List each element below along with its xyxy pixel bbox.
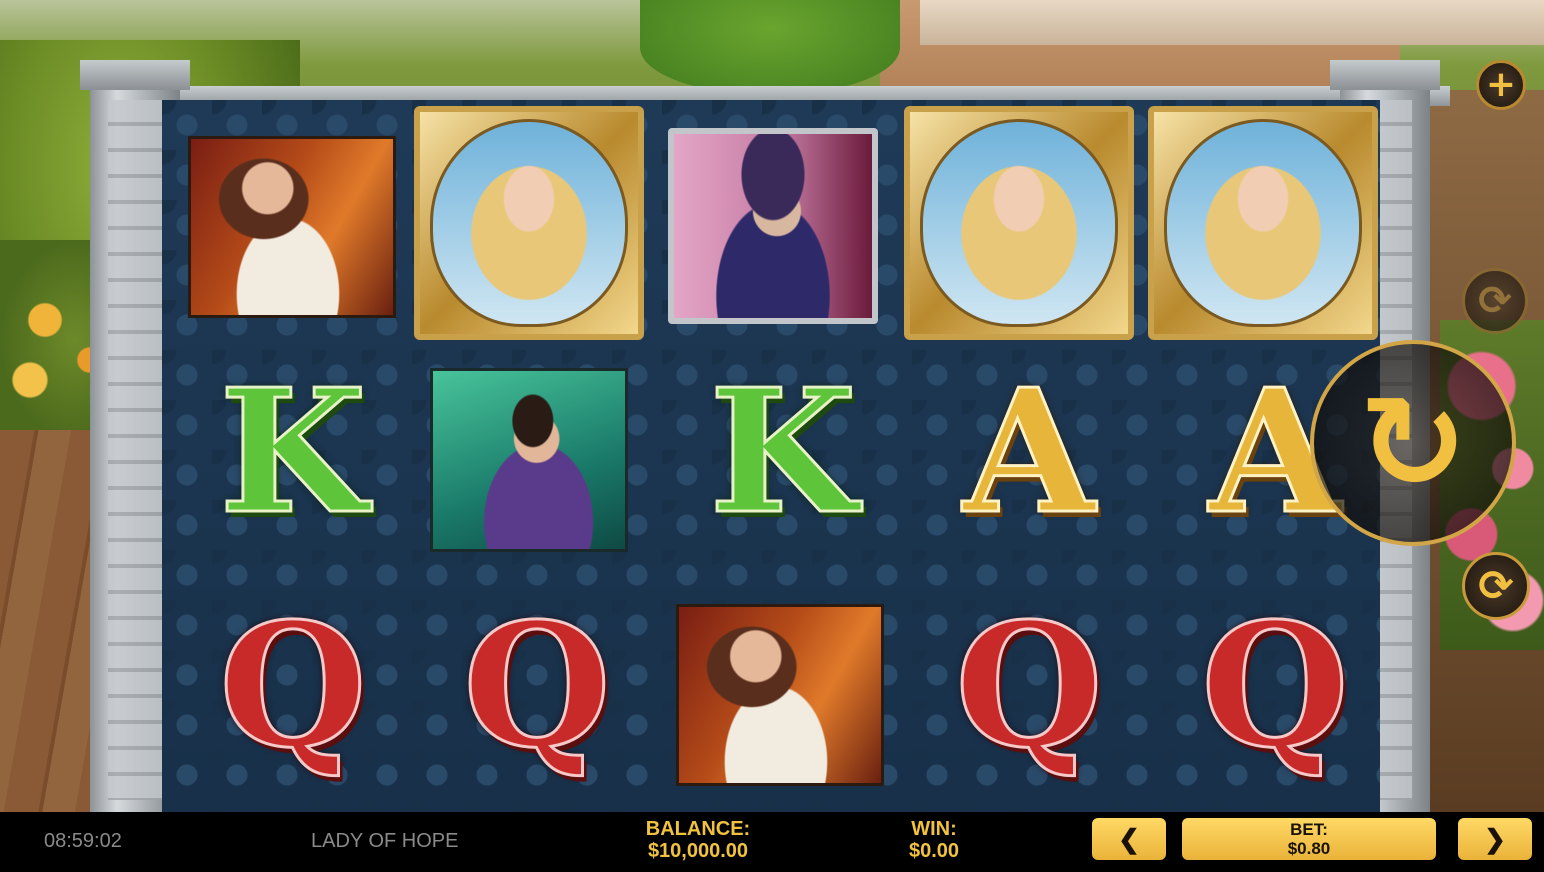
win-display: WIN: $0.00 — [884, 818, 984, 862]
menu-plus-button[interactable]: + — [1476, 60, 1526, 110]
balance-value: $10,000.00 — [647, 840, 749, 862]
spin-button[interactable]: ↻ — [1310, 340, 1516, 546]
symbol-lady-gold-r1c5 — [1148, 106, 1378, 340]
bet-label: BET: — [1290, 820, 1328, 839]
game-title: LADY OF HOPE — [311, 830, 459, 852]
autoplay-button[interactable]: ⟳ — [1462, 268, 1528, 334]
symbol-q-r3c5: Q — [1199, 586, 1350, 786]
spin-arrow-icon: ↻ — [1358, 367, 1468, 519]
quick-spin-button[interactable]: ⟳ — [1462, 552, 1530, 620]
bottom-status-bar: 08:59:02 LADY OF HOPE BALANCE: $10,000.0… — [0, 812, 1544, 872]
chevron-left-icon: ❮ — [1118, 823, 1140, 854]
win-label: WIN: — [911, 818, 957, 840]
bet-button[interactable]: BET: $0.80 — [1182, 818, 1436, 860]
tree-bush — [640, 0, 900, 95]
symbol-lady-red-r1c1 — [188, 136, 396, 318]
clock: 08:59:02 — [44, 830, 122, 852]
reel-grid: K K A A Q Q Q Q — [162, 100, 1380, 812]
symbol-lord-r1c3 — [668, 128, 878, 324]
balance-display: BALANCE: $10,000.00 — [610, 818, 786, 862]
balance-label: BALANCE: — [645, 818, 751, 840]
symbol-young-man-r2c2 — [430, 368, 628, 552]
symbol-lady-red-r3c3 — [676, 604, 884, 786]
symbol-a-r2c4: A — [962, 352, 1097, 552]
win-value: $0.00 — [908, 840, 960, 862]
bet-value: $0.80 — [1287, 839, 1331, 858]
symbol-lady-gold-r1c4 — [904, 106, 1134, 340]
symbol-k-r2c3: K — [708, 352, 859, 552]
plus-icon: + — [1485, 64, 1517, 105]
symbol-q-r3c1: Q — [217, 586, 368, 786]
symbol-k-r2c1: K — [218, 352, 369, 552]
refresh-icon: ⟳ — [1478, 561, 1514, 610]
symbol-lady-gold-r1c2 — [414, 106, 644, 340]
symbol-q-r3c4: Q — [953, 586, 1104, 786]
bet-increase-button[interactable]: ❯ — [1458, 818, 1532, 860]
symbol-q-r3c2: Q — [461, 586, 612, 786]
chevron-right-icon: ❯ — [1484, 823, 1506, 854]
bet-decrease-button[interactable]: ❮ — [1092, 818, 1166, 860]
autoplay-icon: ⟳ — [1478, 278, 1512, 324]
